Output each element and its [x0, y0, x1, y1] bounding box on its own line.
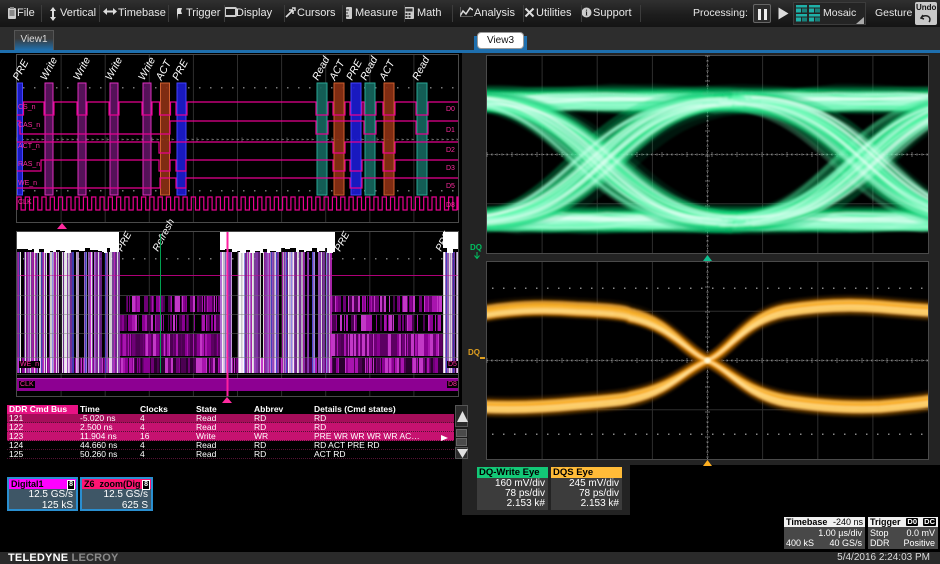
svg-text:DQ: DQ [470, 243, 482, 252]
svg-text:DQ: DQ [468, 348, 480, 357]
